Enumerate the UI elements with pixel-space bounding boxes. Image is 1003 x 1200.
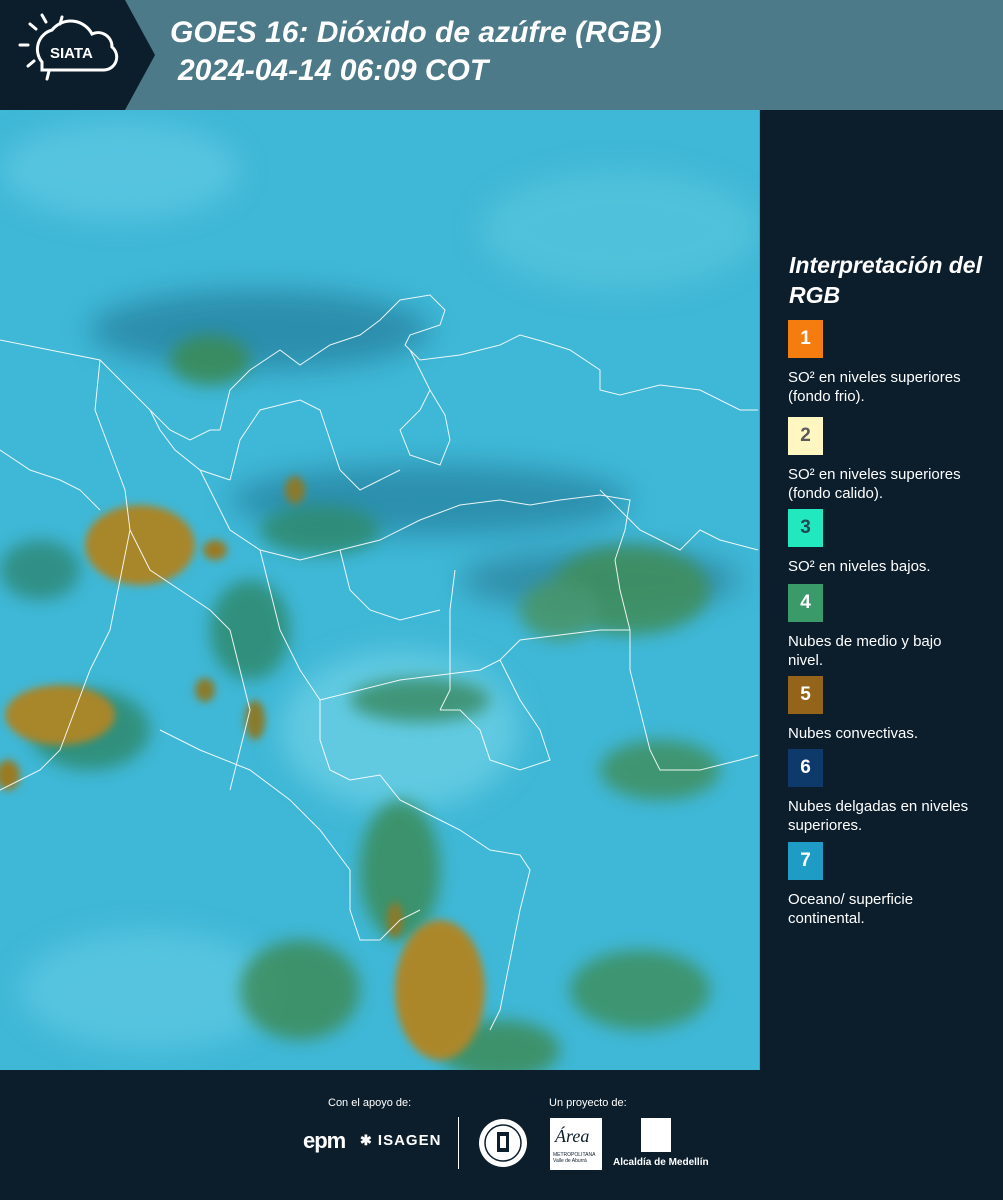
footer-bar: Con el apoyo de: Un proyecto de: epm ✱ I…	[0, 1070, 1003, 1200]
legend-item-7: 7 Oceano/ superficie continental.	[788, 842, 988, 928]
legend-swatch: 2	[788, 417, 823, 455]
alcaldia-logo: Alcaldía de Medellín	[613, 1157, 709, 1168]
legend-swatch: 6	[788, 749, 823, 787]
university-seal-icon	[479, 1119, 527, 1167]
legend-item-4: 4 Nubes de medio y bajo nivel.	[788, 584, 988, 670]
legend-item-2: 2 SO² en niveles superiores (fondo calid…	[788, 417, 988, 503]
area-logo-text: Área	[555, 1126, 590, 1146]
legend-label: Nubes convectivas.	[788, 725, 919, 742]
title-line-2: 2024-04-14 06:09 COT	[178, 54, 489, 87]
legend-swatch: 1	[788, 320, 823, 358]
siata-logo: SIATA	[0, 0, 155, 110]
legend-label: Nubes de medio y bajo nivel.	[788, 633, 942, 669]
legend-item-5: 5 Nubes convectivas.	[788, 676, 988, 743]
legend-label: SO² en niveles superiores (fondo frio).	[788, 369, 961, 405]
support-label: Con el apoyo de:	[328, 1097, 412, 1109]
footer-divider	[458, 1117, 459, 1169]
page-title: GOES 16: Dióxido de azúfre (RGB) 2024-04…	[170, 14, 662, 90]
legend-item-6: 6 Nubes delgadas en niveles superiores.	[788, 749, 988, 835]
isagen-logo: ✱ ISAGEN	[360, 1132, 441, 1149]
alcaldia-shield-icon	[641, 1118, 671, 1152]
legend-title: Interpretación del RGB	[789, 252, 982, 308]
header-bar: SIATA GOES 16: Dióxido de azúfre (RGB) 2…	[0, 0, 1003, 110]
project-label: Un proyecto de:	[549, 1097, 627, 1109]
legend-item-1: 1 SO² en niveles superiores (fondo frio)…	[788, 320, 988, 406]
legend-panel: Interpretación del RGB 1 SO² en niveles …	[760, 110, 1003, 1070]
legend-swatch: 4	[788, 584, 823, 622]
logo-text: SIATA	[50, 45, 93, 62]
legend-label: Nubes delgadas en niveles superiores.	[788, 798, 969, 834]
title-line-1: GOES 16: Dióxido de azúfre (RGB)	[170, 16, 662, 49]
legend-swatch: 7	[788, 842, 823, 880]
legend-label: Oceano/ superficie continental.	[788, 891, 914, 927]
legend-swatch: 5	[788, 676, 823, 714]
epm-logo: epm	[303, 1128, 346, 1153]
legend-label: SO² en niveles superiores (fondo calido)…	[788, 466, 961, 502]
legend-item-3: 3 SO² en niveles bajos.	[788, 509, 988, 576]
isagen-star-icon: ✱	[360, 1132, 373, 1148]
area-metropolitana-logo: Área METROPOLITANA Valle de Aburrá	[550, 1118, 602, 1170]
isagen-logo-text: ISAGEN	[377, 1132, 442, 1149]
satellite-map	[0, 110, 760, 1070]
legend-swatch: 3	[788, 509, 823, 547]
legend-label: SO² en niveles bajos.	[788, 558, 931, 575]
area-logo-subtext: METROPOLITANA Valle de Aburrá	[553, 1152, 596, 1164]
